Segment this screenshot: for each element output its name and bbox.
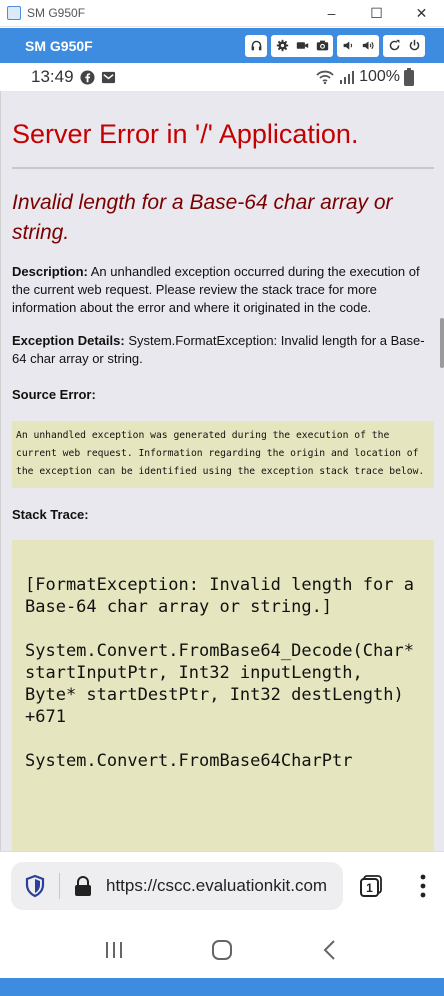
refresh-icon[interactable] — [384, 35, 404, 57]
app-icon — [7, 6, 21, 20]
device-toolbar: SM G950F — [0, 28, 444, 63]
web-page-content[interactable]: Server Error in '/' Application. Invalid… — [0, 91, 444, 851]
toolbar-group-power — [383, 34, 425, 57]
more-vertical-icon — [420, 874, 426, 898]
lock-icon[interactable] — [74, 876, 92, 896]
toolbar-group-volume — [337, 34, 379, 57]
exception-details-paragraph: Exception Details: System.FormatExceptio… — [12, 332, 434, 368]
video-camera-icon[interactable] — [292, 35, 312, 57]
page-title: Server Error in '/' Application. — [12, 119, 359, 149]
source-error-label: Source Error: — [12, 387, 96, 402]
tab-count: 1 — [366, 881, 373, 895]
window-title: SM G950F — [27, 6, 86, 20]
home-icon[interactable] — [211, 939, 233, 961]
description-label: Description: — [12, 264, 88, 279]
camera-icon[interactable] — [312, 35, 332, 57]
browser-toolbar: https://cscc.evaluationkit.com 1 — [0, 851, 444, 921]
description-paragraph: Description: An unhandled exception occu… — [12, 263, 434, 317]
gmail-icon — [101, 71, 115, 83]
device-name: SM G950F — [25, 37, 93, 54]
back-icon[interactable] — [319, 939, 341, 961]
title-divider — [12, 167, 434, 169]
gear-icon[interactable] — [272, 35, 292, 57]
battery-percentage: 100% — [359, 68, 400, 85]
address-bar[interactable]: https://cscc.evaluationkit.com — [11, 862, 343, 910]
toolbar-group-tools — [271, 34, 333, 57]
stack-trace-label: Stack Trace: — [12, 507, 89, 522]
facebook-icon — [80, 69, 95, 85]
tabs-icon: 1 — [360, 875, 382, 897]
url-text[interactable]: https://cscc.evaluationkit.com — [106, 876, 327, 896]
browser-menu-button[interactable] — [414, 872, 432, 900]
wifi-icon — [316, 70, 334, 85]
recent-apps-icon[interactable] — [103, 939, 125, 961]
android-status-bar: 13:49 100% — [0, 63, 444, 91]
source-error-box: An unhandled exception was generated dur… — [12, 421, 434, 488]
status-time: 13:49 — [31, 67, 74, 86]
stack-trace-box: [FormatException: Invalid length for a B… — [12, 540, 434, 851]
shield-icon[interactable] — [23, 874, 47, 898]
minimize-button[interactable]: – — [309, 0, 354, 27]
window-title-bar: SM G950F – ☐ ✕ — [0, 0, 444, 27]
volume-up-icon[interactable] — [358, 35, 378, 57]
battery-icon — [404, 68, 414, 86]
headset-icon[interactable] — [246, 35, 266, 57]
window-controls: – ☐ ✕ — [309, 0, 444, 27]
tabs-button[interactable]: 1 — [359, 874, 383, 898]
android-nav-bar — [0, 921, 444, 978]
error-message: Invalid length for a Base-64 char array … — [12, 191, 393, 244]
power-icon[interactable] — [404, 35, 424, 57]
address-divider — [59, 873, 60, 899]
close-button[interactable]: ✕ — [399, 0, 444, 27]
bottom-window-strip — [0, 978, 444, 996]
exception-details-label: Exception Details: — [12, 333, 125, 348]
signal-icon — [340, 71, 355, 84]
scrollbar-thumb[interactable] — [440, 318, 444, 368]
maximize-button[interactable]: ☐ — [354, 0, 399, 27]
volume-down-icon[interactable] — [338, 35, 358, 57]
toolbar-group-support — [245, 34, 267, 57]
